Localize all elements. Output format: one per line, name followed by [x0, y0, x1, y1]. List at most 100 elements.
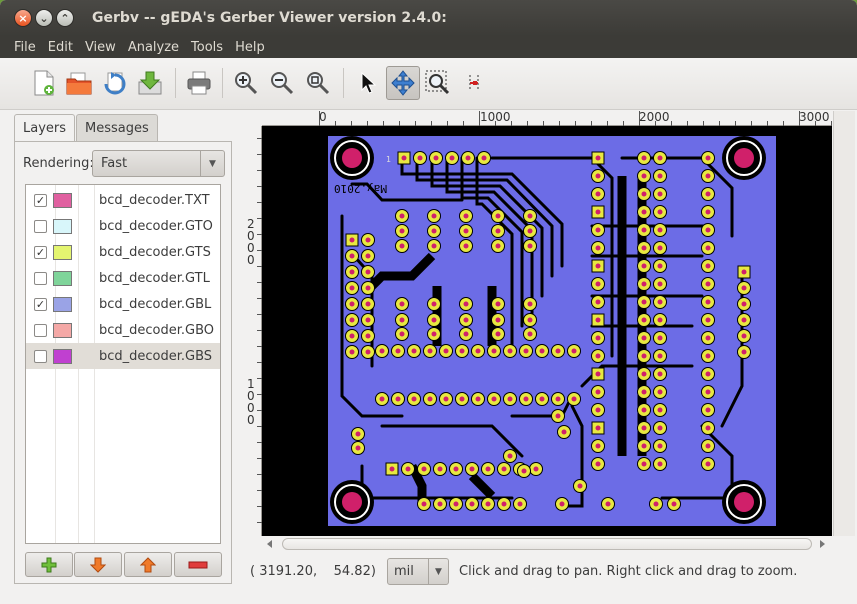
- board-silk-text: May.2010: [334, 182, 387, 195]
- pcb-pad: [471, 344, 485, 358]
- zoom-in-button[interactable]: [229, 66, 263, 100]
- pcb-pad: [637, 403, 651, 417]
- pcb-pad: [497, 462, 511, 476]
- add-layer-icon: [41, 557, 57, 572]
- ruler-tick: [319, 111, 320, 126]
- pcb-pad: [591, 331, 605, 345]
- layer-color-swatch[interactable]: [53, 322, 72, 338]
- scroll-right-icon[interactable]: [818, 540, 826, 548]
- open-button[interactable]: [62, 66, 96, 100]
- pcb-pad: [653, 295, 667, 309]
- pcb-pad: [551, 344, 565, 358]
- gerbv-window: × ⌄ ⌃ Gerbv -- gEDA's Gerber Viewer vers…: [0, 0, 857, 604]
- layer-color-swatch[interactable]: [53, 192, 72, 208]
- layer-row[interactable]: ✓ bcd_decoder.TXT: [26, 187, 220, 213]
- pcb-pad: [523, 239, 537, 253]
- layer-visibility-checkbox[interactable]: [34, 219, 47, 233]
- menu-help[interactable]: Help: [227, 40, 269, 55]
- tab-layers[interactable]: Layers: [14, 114, 76, 142]
- gerber-canvas[interactable]: May.2010 1: [262, 126, 832, 536]
- move-layer-down-button[interactable]: [74, 552, 122, 577]
- layer-visibility-checkbox[interactable]: ✓: [34, 297, 47, 311]
- horizontal-scrollbar[interactable]: [262, 536, 832, 552]
- pcb-pad: [555, 497, 569, 511]
- tab-messages[interactable]: Messages: [76, 114, 158, 142]
- layer-row[interactable]: bcd_decoder.GTL: [26, 265, 220, 291]
- layer-color-swatch[interactable]: [53, 296, 72, 312]
- ruler-tick: [479, 111, 480, 126]
- layer-visibility-checkbox[interactable]: [34, 323, 47, 337]
- pan-tool-button[interactable]: [386, 66, 420, 100]
- scroll-thumb[interactable]: [282, 538, 812, 550]
- menu-edit[interactable]: Edit: [40, 40, 77, 55]
- menu-tools[interactable]: Tools: [183, 40, 227, 55]
- layer-visibility-checkbox[interactable]: [34, 349, 47, 363]
- pcb-pad: [637, 241, 651, 255]
- ruler-tick: [639, 111, 640, 126]
- pcb-pad: [427, 297, 441, 311]
- layer-row[interactable]: bcd_decoder.GTO: [26, 213, 220, 239]
- zoom-region-button[interactable]: [421, 66, 455, 100]
- layer-row[interactable]: bcd_decoder.GBO: [26, 317, 220, 343]
- pcb-pad: [637, 259, 651, 273]
- layer-color-swatch[interactable]: [53, 348, 72, 364]
- minimize-window-button[interactable]: ⌄: [35, 9, 53, 27]
- pcb-pad: [361, 249, 375, 263]
- vertical-scrollbar[interactable]: [833, 111, 855, 536]
- window-controls: × ⌄ ⌃: [14, 9, 74, 27]
- pcb-pad: [503, 449, 517, 463]
- zoom-out-button[interactable]: [265, 66, 299, 100]
- layer-visibility-checkbox[interactable]: [34, 271, 47, 285]
- print-button[interactable]: [182, 66, 216, 100]
- pcb-pad: [459, 313, 473, 327]
- pcb-pad: [637, 295, 651, 309]
- layer-color-swatch[interactable]: [53, 218, 72, 234]
- menu-view[interactable]: View: [77, 40, 120, 55]
- save-button[interactable]: [133, 66, 167, 100]
- pcb-pad: [481, 497, 495, 511]
- layer-color-swatch[interactable]: [53, 270, 72, 286]
- pcb-pad: [653, 385, 667, 399]
- pcb-pad: [653, 187, 667, 201]
- pcb-pad: [345, 329, 359, 343]
- add-layer-button[interactable]: [25, 552, 73, 577]
- layers-panel: Rendering: Fast ▼ ✓ bcd_decoder.TXT bcd_…: [14, 141, 232, 584]
- layer-row[interactable]: ✓ bcd_decoder.GBL: [26, 291, 220, 317]
- pcb-pad: [701, 187, 715, 201]
- mounting-hole: [722, 136, 766, 180]
- pcb-pad: [459, 327, 473, 341]
- layer-visibility-checkbox[interactable]: ✓: [34, 245, 47, 259]
- close-window-button[interactable]: ×: [14, 9, 32, 27]
- layer-row-selected[interactable]: bcd_decoder.GBS: [26, 343, 220, 369]
- maximize-window-button[interactable]: ⌃: [56, 9, 74, 27]
- move-layer-up-button[interactable]: [124, 552, 172, 577]
- pointer-tool-button[interactable]: [350, 66, 384, 100]
- measure-tool-button[interactable]: [457, 66, 491, 100]
- layer-row[interactable]: ✓ bcd_decoder.GTS: [26, 239, 220, 265]
- rendering-select[interactable]: Fast ▼: [92, 150, 225, 177]
- horizontal-ruler: 0 1000 2000 3000: [262, 110, 832, 126]
- layer-color-swatch[interactable]: [53, 244, 72, 260]
- pcb-pad: [637, 457, 651, 471]
- status-hint: Click and drag to pan. Right click and d…: [459, 564, 798, 579]
- zoom-fit-icon: [307, 72, 330, 95]
- remove-layer-button[interactable]: [174, 552, 222, 577]
- unit-select[interactable]: mil ▼: [387, 558, 449, 585]
- new-button[interactable]: [27, 66, 61, 100]
- pcb-pad: [591, 439, 605, 453]
- pcb-pad: [395, 209, 409, 223]
- scroll-left-icon[interactable]: [266, 540, 274, 548]
- revert-button[interactable]: [98, 66, 132, 100]
- pcb-pad: [407, 392, 421, 406]
- zoom-fit-button[interactable]: [301, 66, 335, 100]
- menu-file[interactable]: File: [6, 40, 40, 55]
- pcb-pad: [413, 151, 427, 165]
- layer-visibility-checkbox[interactable]: ✓: [34, 193, 47, 207]
- menu-analyze[interactable]: Analyze: [120, 40, 183, 55]
- pcb-pad: [591, 205, 605, 219]
- pcb-pad: [591, 385, 605, 399]
- layer-name: bcd_decoder.GBL: [99, 296, 212, 312]
- pcb-pad: [591, 187, 605, 201]
- pcb-pad: [653, 349, 667, 363]
- pointer-icon: [361, 71, 377, 94]
